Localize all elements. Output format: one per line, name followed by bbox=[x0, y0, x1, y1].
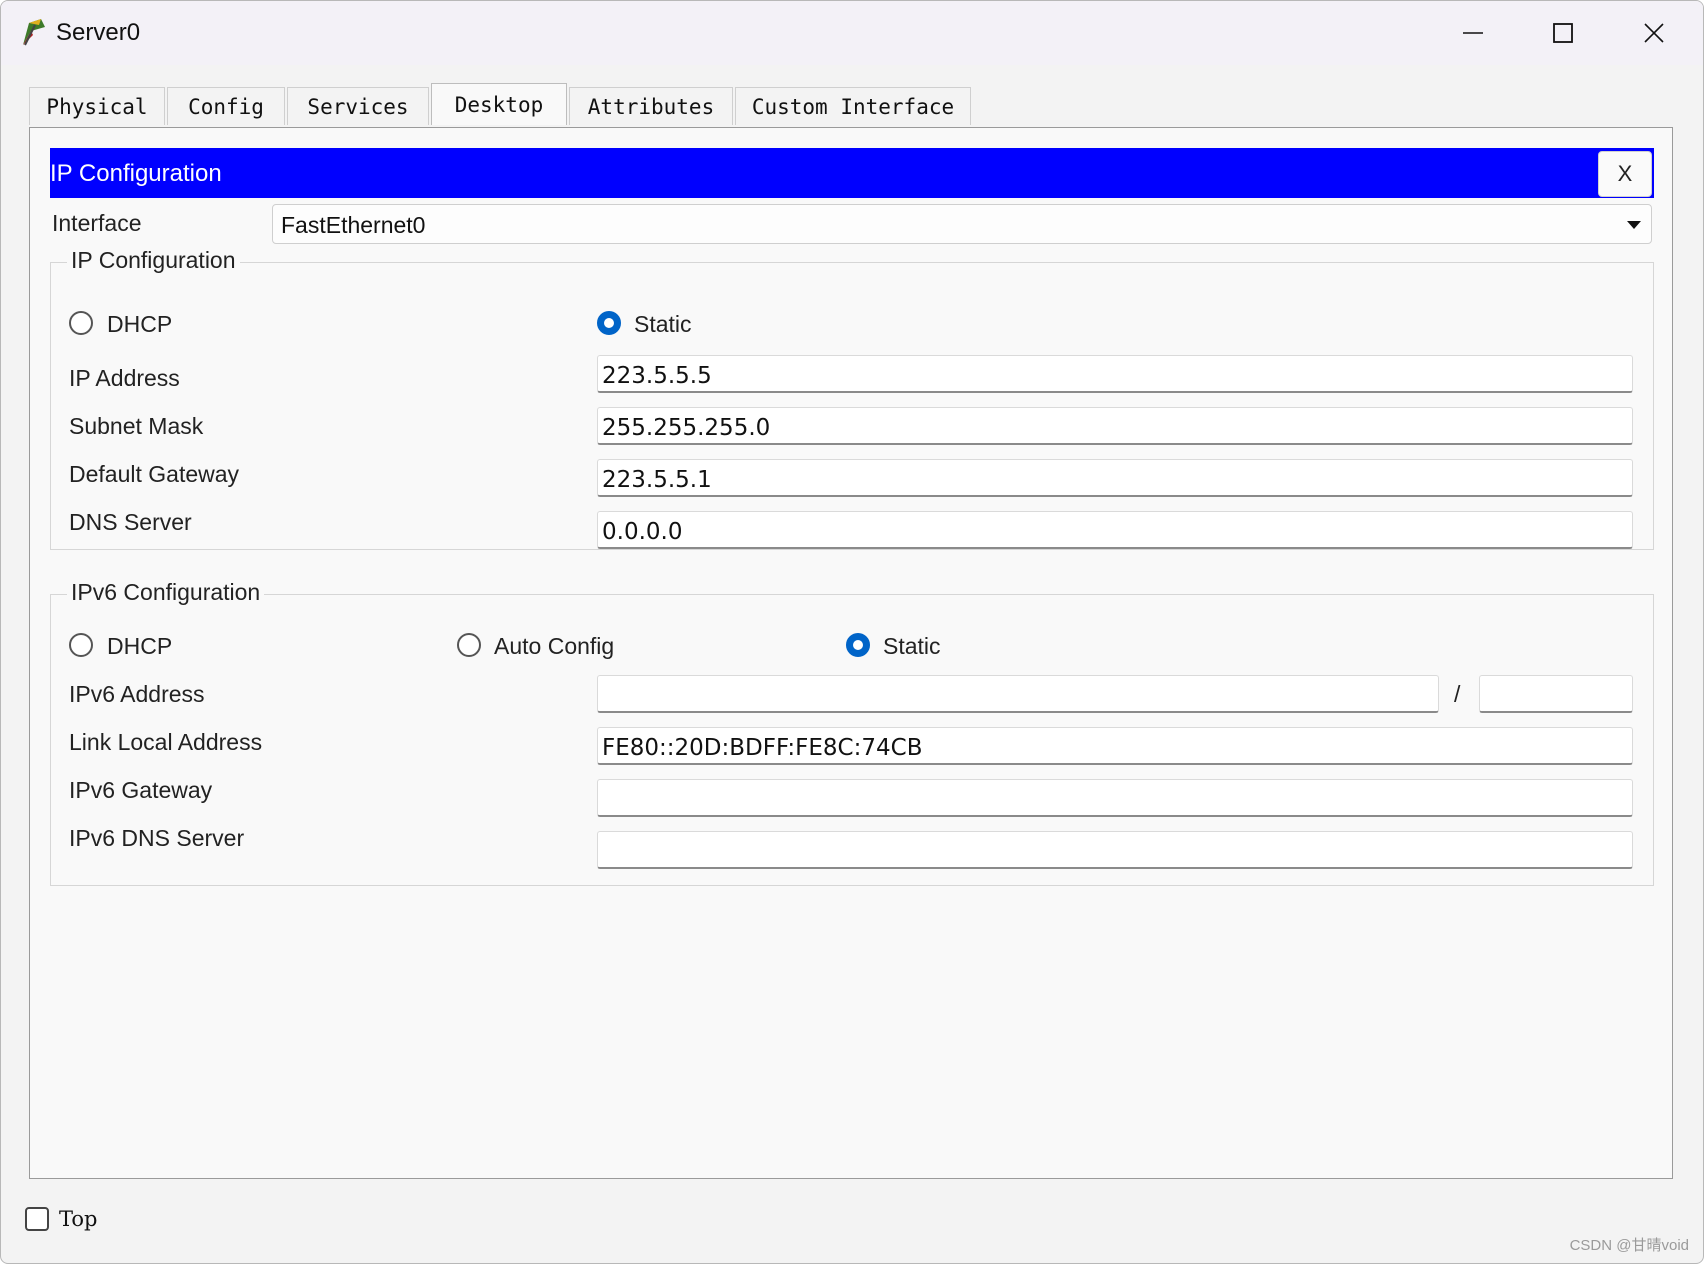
top-checkbox[interactable] bbox=[25, 1207, 49, 1231]
interface-label: Interface bbox=[52, 210, 142, 236]
maximize-button[interactable] bbox=[1518, 1, 1608, 65]
ipv6-static-radio[interactable] bbox=[846, 633, 870, 657]
link-local-address-input[interactable]: FE80::20D:BDFF:FE8C:74CB bbox=[597, 727, 1633, 765]
ipv6-dhcp-label: DHCP bbox=[107, 633, 173, 659]
link-local-address-label: Link Local Address bbox=[69, 729, 263, 755]
chevron-down-icon bbox=[1627, 221, 1641, 229]
tab-desktop[interactable]: Desktop bbox=[431, 83, 567, 125]
default-gateway-label: Default Gateway bbox=[69, 461, 240, 487]
ipv4-group-title: IP Configuration bbox=[67, 247, 240, 274]
tab-custom-interface[interactable]: Custom Interface bbox=[735, 87, 971, 125]
server-window: Server0 Physical Config Services Desktop… bbox=[0, 0, 1704, 1264]
ipv6-address-input[interactable] bbox=[597, 675, 1439, 713]
tab-bar: Physical Config Services Desktop Attribu… bbox=[29, 83, 973, 127]
ip-address-input[interactable]: 223.5.5.5 bbox=[597, 355, 1633, 393]
watermark: CSDN @甘晴void bbox=[1569, 1237, 1689, 1254]
ipv6-gateway-input[interactable] bbox=[597, 779, 1633, 817]
ip-address-label: IP Address bbox=[69, 365, 180, 391]
ipv6-group: IPv6 Configuration DHCP Auto Config Stat… bbox=[50, 579, 1654, 886]
tab-services[interactable]: Services bbox=[287, 87, 429, 125]
dialog-header: IP Configuration X bbox=[50, 148, 1654, 198]
tab-config[interactable]: Config bbox=[167, 87, 285, 125]
ipv6-group-title: IPv6 Configuration bbox=[67, 579, 265, 606]
top-label: Top bbox=[59, 1207, 98, 1231]
default-gateway-input[interactable]: 223.5.5.1 bbox=[597, 459, 1633, 497]
prefix-slash: / bbox=[1454, 681, 1461, 707]
ipv6-gateway-label: IPv6 Gateway bbox=[69, 777, 213, 803]
tab-physical[interactable]: Physical bbox=[29, 87, 165, 125]
minimize-icon bbox=[1463, 32, 1483, 34]
ipv6-auto-config-label: Auto Config bbox=[494, 633, 615, 659]
tab-attributes[interactable]: Attributes bbox=[569, 87, 733, 125]
ipv6-dhcp-radio[interactable] bbox=[69, 633, 93, 657]
server-app-icon bbox=[19, 17, 49, 47]
ipv4-static-label: Static bbox=[634, 311, 692, 337]
ipv4-dhcp-radio[interactable] bbox=[69, 311, 93, 335]
interface-select[interactable]: FastEthernet0 bbox=[272, 204, 1652, 244]
ipv6-dns-server-label: IPv6 DNS Server bbox=[69, 825, 245, 851]
minimize-button[interactable] bbox=[1428, 1, 1518, 65]
dialog-title: IP Configuration bbox=[50, 160, 222, 187]
close-window-button[interactable] bbox=[1609, 1, 1699, 65]
ipv4-group: IP Configuration DHCP Static IP Address … bbox=[50, 247, 1654, 550]
dns-server-label: DNS Server bbox=[69, 509, 192, 535]
ipv6-address-label: IPv6 Address bbox=[69, 681, 205, 707]
dialog-close-button[interactable]: X bbox=[1598, 151, 1652, 197]
ipv4-static-radio[interactable] bbox=[597, 311, 621, 335]
subnet-mask-input[interactable]: 255.255.255.0 bbox=[597, 407, 1633, 445]
ipv6-static-label: Static bbox=[883, 633, 941, 659]
ipv6-dns-server-input[interactable] bbox=[597, 831, 1633, 869]
ipv4-dhcp-label: DHCP bbox=[107, 311, 173, 337]
dns-server-input[interactable]: 0.0.0.0 bbox=[597, 511, 1633, 549]
desktop-panel: IP Configuration X Interface FastEtherne… bbox=[29, 127, 1673, 1179]
maximize-icon bbox=[1553, 23, 1573, 43]
title-bar[interactable]: Server0 bbox=[1, 1, 1703, 65]
interface-value: FastEthernet0 bbox=[281, 212, 426, 238]
close-icon bbox=[1644, 23, 1664, 43]
ipv6-auto-config-radio[interactable] bbox=[457, 633, 481, 657]
window-title: Server0 bbox=[56, 19, 141, 46]
ipv6-prefix-input[interactable] bbox=[1479, 675, 1633, 713]
subnet-mask-label: Subnet Mask bbox=[69, 413, 204, 439]
